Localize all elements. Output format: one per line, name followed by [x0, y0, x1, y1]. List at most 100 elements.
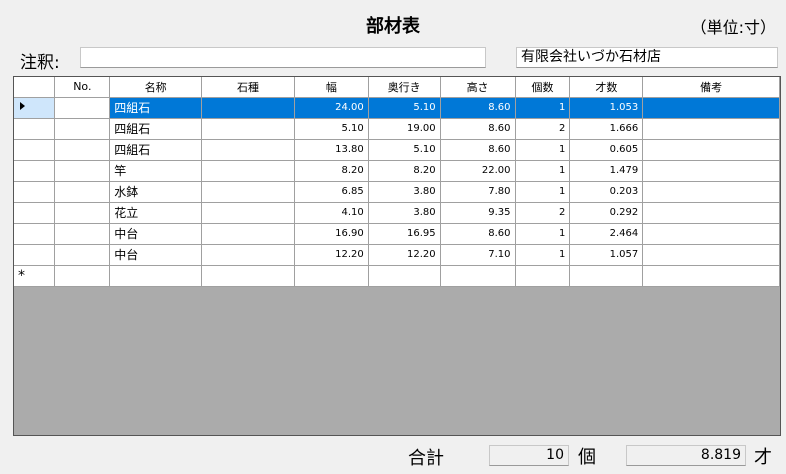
cell-no[interactable]: [54, 202, 111, 224]
cell-width[interactable]: 12.20: [294, 244, 369, 266]
cell-sai[interactable]: [569, 265, 644, 287]
table-row[interactable]: 中台 12.20 12.20 7.10 1 1.057: [14, 244, 780, 266]
cell-note[interactable]: [642, 202, 780, 224]
cell-height[interactable]: [440, 265, 516, 287]
cell-depth[interactable]: 5.10: [368, 139, 441, 161]
col-header-no[interactable]: No.: [54, 77, 111, 98]
cell-no[interactable]: [54, 265, 111, 287]
cell-width[interactable]: 13.80: [294, 139, 369, 161]
cell-stone[interactable]: [201, 139, 295, 161]
row-header[interactable]: [14, 223, 56, 245]
cell-note[interactable]: [642, 118, 780, 140]
cell-height[interactable]: 22.00: [440, 160, 516, 182]
cell-depth[interactable]: 3.80: [368, 181, 441, 203]
cell-name[interactable]: [109, 265, 203, 287]
cell-name[interactable]: 中台: [109, 223, 203, 245]
col-header-height[interactable]: 高さ: [440, 77, 516, 98]
cell-sai[interactable]: 0.292: [569, 202, 644, 224]
cell-count[interactable]: 2: [515, 202, 571, 224]
row-header[interactable]: [14, 160, 56, 182]
cell-sai[interactable]: 1.053: [569, 97, 644, 119]
table-row[interactable]: 四組石 13.80 5.10 8.60 1 0.605: [14, 139, 780, 161]
cell-stone[interactable]: [201, 202, 295, 224]
cell-count[interactable]: 1: [515, 97, 571, 119]
row-header[interactable]: [14, 244, 56, 266]
note-input[interactable]: [80, 47, 486, 68]
cell-depth[interactable]: 8.20: [368, 160, 441, 182]
cell-sai[interactable]: 1.666: [569, 118, 644, 140]
cell-name[interactable]: 水鉢: [109, 181, 203, 203]
cell-name[interactable]: 四組石: [109, 97, 203, 119]
cell-height[interactable]: 7.10: [440, 244, 516, 266]
cell-stone[interactable]: [201, 244, 295, 266]
cell-stone[interactable]: [201, 118, 295, 140]
cell-count[interactable]: 1: [515, 244, 571, 266]
cell-depth[interactable]: 16.95: [368, 223, 441, 245]
cell-height[interactable]: 8.60: [440, 118, 516, 140]
cell-name[interactable]: 中台: [109, 244, 203, 266]
cell-width[interactable]: 16.90: [294, 223, 369, 245]
cell-sai[interactable]: 1.479: [569, 160, 644, 182]
cell-no[interactable]: [54, 139, 111, 161]
cell-note[interactable]: [642, 139, 780, 161]
cell-height[interactable]: 9.35: [440, 202, 516, 224]
materials-grid[interactable]: No. 名称 石種 幅 奥行き 高さ 個数 才数 備考 四組石 24.00 5.…: [13, 76, 781, 436]
cell-stone[interactable]: [201, 181, 295, 203]
cell-no[interactable]: [54, 160, 111, 182]
cell-height[interactable]: 8.60: [440, 97, 516, 119]
col-header-note[interactable]: 備考: [642, 77, 780, 98]
table-row[interactable]: 四組石 24.00 5.10 8.60 1 1.053: [14, 97, 780, 119]
cell-count[interactable]: 1: [515, 160, 571, 182]
cell-stone[interactable]: [201, 223, 295, 245]
table-row[interactable]: 中台 16.90 16.95 8.60 1 2.464: [14, 223, 780, 245]
cell-height[interactable]: 8.60: [440, 139, 516, 161]
cell-note[interactable]: [642, 181, 780, 203]
cell-count[interactable]: 1: [515, 139, 571, 161]
cell-no[interactable]: [54, 244, 111, 266]
col-header-width[interactable]: 幅: [294, 77, 369, 98]
col-header-depth[interactable]: 奥行き: [368, 77, 441, 98]
cell-width[interactable]: 5.10: [294, 118, 369, 140]
cell-note[interactable]: [642, 160, 780, 182]
cell-depth[interactable]: [368, 265, 441, 287]
cell-sai[interactable]: 2.464: [569, 223, 644, 245]
row-header[interactable]: [14, 97, 56, 119]
row-header[interactable]: [14, 181, 56, 203]
cell-no[interactable]: [54, 97, 111, 119]
table-row[interactable]: 花立 4.10 3.80 9.35 2 0.292: [14, 202, 780, 224]
cell-no[interactable]: [54, 181, 111, 203]
cell-width[interactable]: 6.85: [294, 181, 369, 203]
cell-width[interactable]: 24.00: [294, 97, 369, 119]
cell-width[interactable]: 8.20: [294, 160, 369, 182]
cell-no[interactable]: [54, 118, 111, 140]
col-header-count[interactable]: 個数: [515, 77, 571, 98]
cell-depth[interactable]: 3.80: [368, 202, 441, 224]
cell-height[interactable]: 7.80: [440, 181, 516, 203]
cell-depth[interactable]: 19.00: [368, 118, 441, 140]
col-header-name[interactable]: 名称: [109, 77, 203, 98]
cell-width[interactable]: 4.10: [294, 202, 369, 224]
cell-name[interactable]: 四組石: [109, 139, 203, 161]
cell-note[interactable]: [642, 265, 780, 287]
company-field[interactable]: 有限会社いづか石材店: [516, 47, 778, 68]
cell-name[interactable]: 四組石: [109, 118, 203, 140]
table-row[interactable]: 竿 8.20 8.20 22.00 1 1.479: [14, 160, 780, 182]
cell-count[interactable]: 2: [515, 118, 571, 140]
table-row[interactable]: 四組石 5.10 19.00 8.60 2 1.666: [14, 118, 780, 140]
cell-stone[interactable]: [201, 97, 295, 119]
table-row[interactable]: 水鉢 6.85 3.80 7.80 1 0.203: [14, 181, 780, 203]
cell-name[interactable]: 花立: [109, 202, 203, 224]
cell-sai[interactable]: 0.605: [569, 139, 644, 161]
new-row[interactable]: *: [14, 265, 780, 287]
col-header-sai[interactable]: 才数: [569, 77, 644, 98]
cell-sai[interactable]: 0.203: [569, 181, 644, 203]
row-header[interactable]: *: [14, 265, 56, 287]
cell-depth[interactable]: 12.20: [368, 244, 441, 266]
cell-count[interactable]: 1: [515, 181, 571, 203]
col-header-stone[interactable]: 石種: [201, 77, 295, 98]
cell-no[interactable]: [54, 223, 111, 245]
cell-stone[interactable]: [201, 160, 295, 182]
cell-stone[interactable]: [201, 265, 295, 287]
cell-name[interactable]: 竿: [109, 160, 203, 182]
row-header[interactable]: [14, 202, 56, 224]
